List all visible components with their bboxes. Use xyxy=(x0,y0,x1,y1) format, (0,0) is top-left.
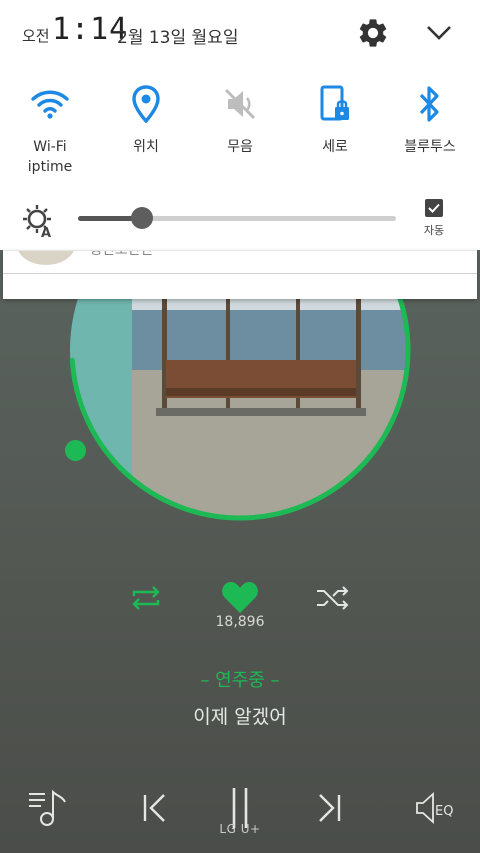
quick-setting-rotation-label: 세로 xyxy=(322,139,348,155)
chevron-down-icon xyxy=(427,26,451,40)
notification-text: 생인노난단 xyxy=(89,250,154,258)
auto-brightness-label: 자동 xyxy=(423,224,445,237)
ampm-label: 오전 xyxy=(22,27,50,45)
settings-button[interactable] xyxy=(356,16,390,50)
playlist-music-icon xyxy=(29,789,66,826)
quick-setting-bluetooth[interactable]: 블루투스 xyxy=(384,84,476,157)
like-count: 18,896 xyxy=(215,614,265,630)
wifi-icon xyxy=(31,90,69,119)
playlist-button[interactable] xyxy=(26,786,70,830)
next-button[interactable] xyxy=(310,788,350,828)
brightness-slider-thumb[interactable] xyxy=(130,207,153,229)
skip-next-icon xyxy=(319,794,341,822)
collapse-button[interactable] xyxy=(422,18,456,48)
date-label: 2월 13일 월요일 xyxy=(117,28,239,48)
like-button[interactable] xyxy=(218,578,262,616)
song-title: 이제 알겠어 xyxy=(193,706,287,728)
heart-icon xyxy=(222,582,258,613)
shuffle-icon xyxy=(317,586,349,610)
quick-setting-rotation[interactable]: 세로 xyxy=(289,84,381,157)
bluetooth-icon xyxy=(419,86,439,122)
quick-setting-wifi-ssid: iptime xyxy=(27,159,73,175)
notification-thumbnail xyxy=(17,251,75,265)
skip-previous-icon xyxy=(143,794,165,822)
quick-setting-bluetooth-label: 블루투스 xyxy=(404,139,456,155)
progress-thumb[interactable] xyxy=(65,440,86,461)
svg-text:A: A xyxy=(41,226,51,238)
equalizer-button[interactable]: EQ xyxy=(412,788,460,828)
previous-button[interactable] xyxy=(134,788,174,828)
repeat-icon xyxy=(132,586,160,610)
carrier-label: LG U+ xyxy=(219,822,261,836)
quick-setting-wifi-label: Wi-Fi xyxy=(33,139,67,155)
gear-icon xyxy=(359,19,387,47)
speaker-eq-icon: EQ xyxy=(416,791,453,825)
mute-icon xyxy=(224,88,256,120)
quick-setting-mute[interactable]: 무음 xyxy=(194,84,286,157)
quick-setting-location[interactable]: 위치 xyxy=(100,84,192,157)
repeat-button[interactable] xyxy=(126,582,166,614)
auto-brightness-checkbox[interactable] xyxy=(425,199,443,217)
brightness-auto-icon: A xyxy=(23,205,51,238)
notification-card[interactable]: 생인노난단 xyxy=(3,250,477,299)
rotation-lock-icon xyxy=(320,85,349,121)
svg-text:EQ: EQ xyxy=(435,804,453,819)
checkmark-icon xyxy=(428,203,440,213)
quick-setting-wifi[interactable]: Wi-Fi iptime xyxy=(4,84,96,177)
brightness-slider[interactable] xyxy=(78,207,396,229)
notification-shade: 오전 1:14 2월 13일 월요일 Wi-Fi iptime 위치 무음 세로… xyxy=(0,0,480,250)
shuffle-button[interactable] xyxy=(312,582,354,614)
status-bar: 오전 1:14 2월 13일 월요일 xyxy=(0,0,480,66)
divider xyxy=(3,273,477,274)
quick-setting-mute-label: 무음 xyxy=(227,139,253,155)
now-playing-label: – 연주중 – xyxy=(200,670,280,691)
quick-setting-location-label: 위치 xyxy=(133,139,159,155)
location-pin-icon xyxy=(132,85,160,123)
